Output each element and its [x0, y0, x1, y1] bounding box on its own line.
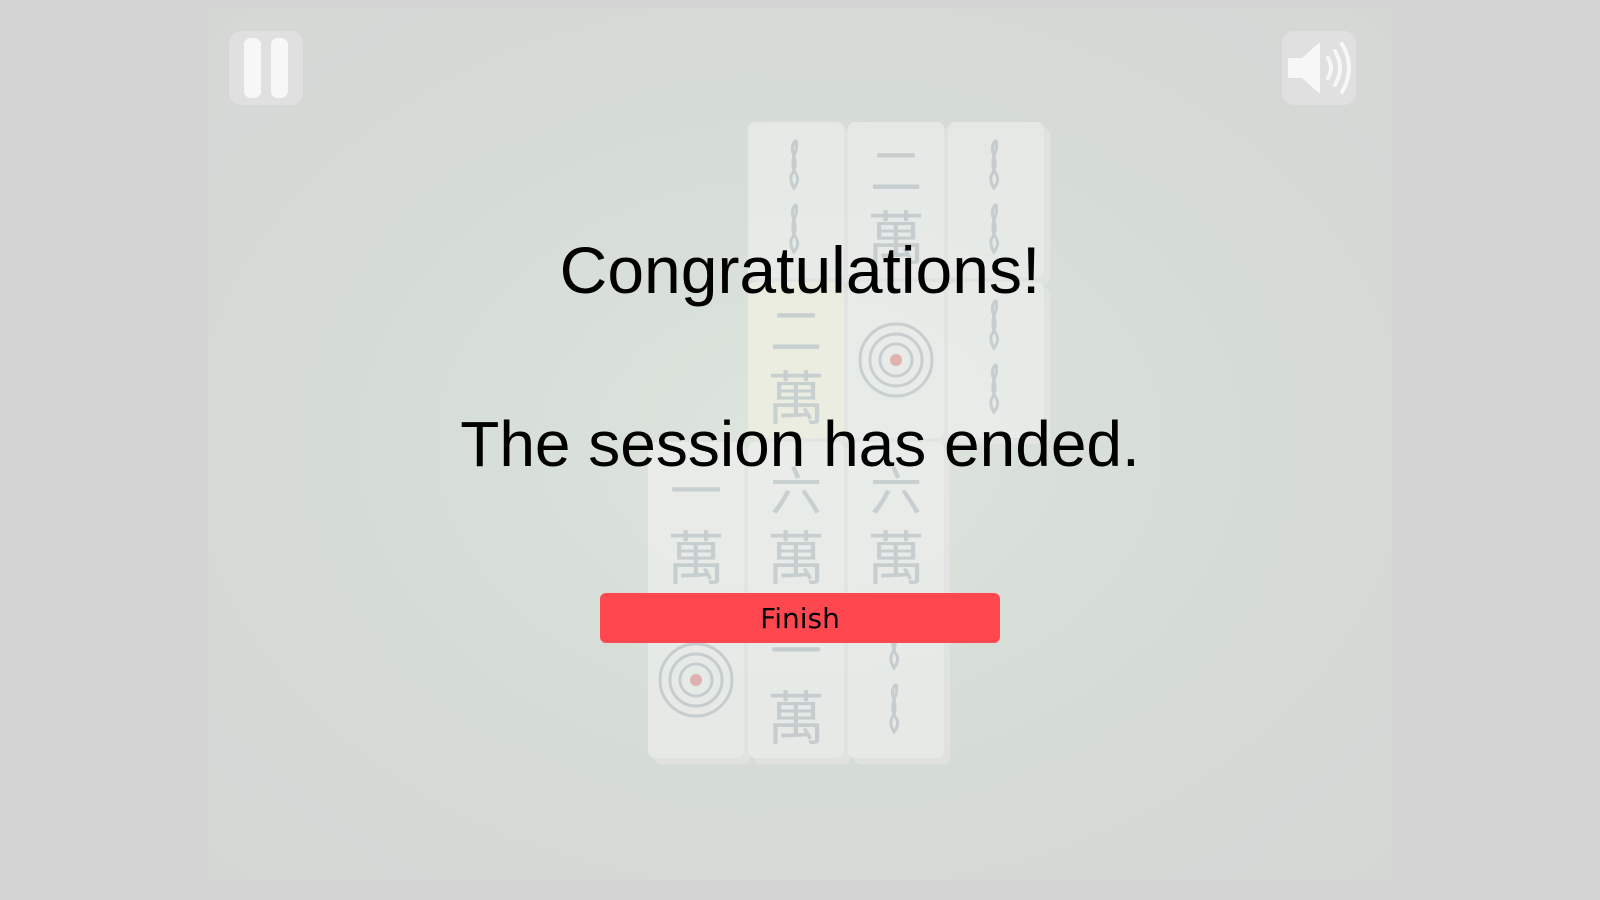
tile-wan-character: 萬 — [766, 525, 825, 593]
finish-button[interactable]: Finish — [600, 593, 1000, 643]
tile-wan-character: 萬 — [766, 685, 825, 753]
session-ended-message: The session has ended. — [460, 408, 1140, 480]
tile-wan-character: 萬 — [866, 525, 925, 593]
tile-wan-character: 萬 — [666, 525, 725, 593]
congratulations-title: Congratulations! — [559, 233, 1041, 307]
